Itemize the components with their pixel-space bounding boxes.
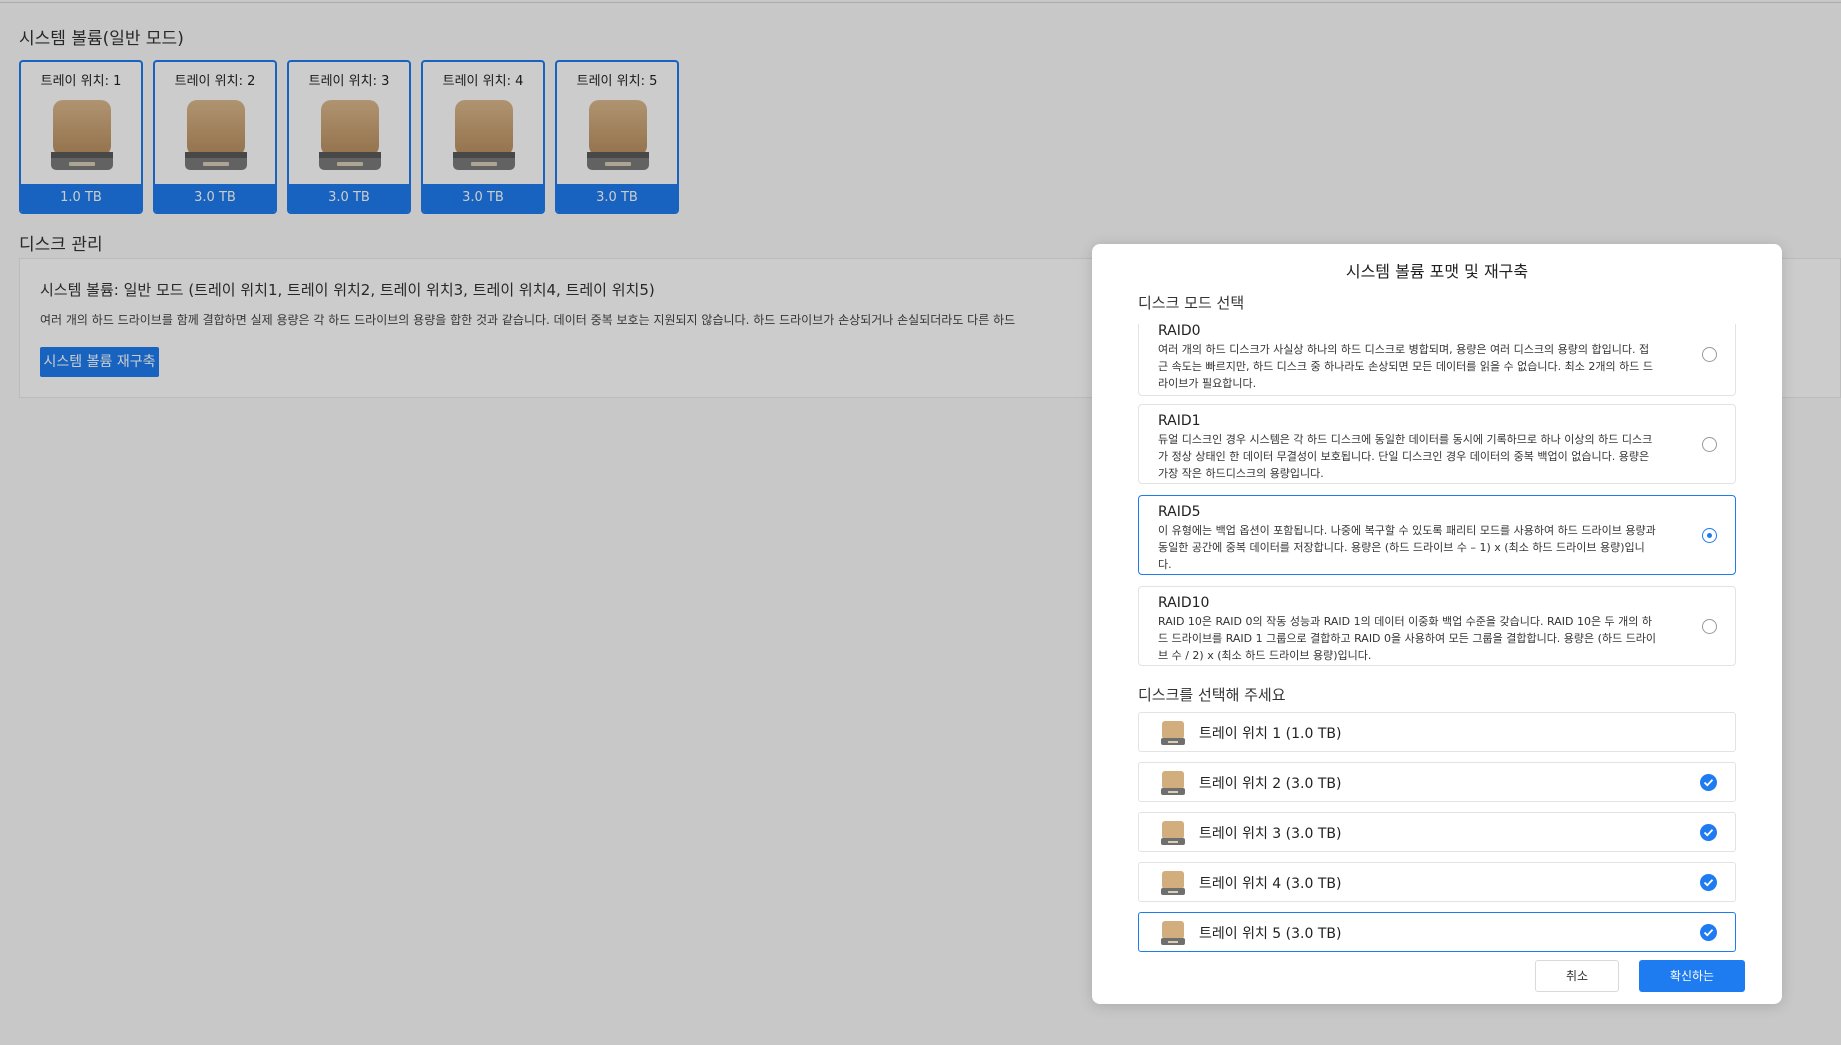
raid-name: RAID5 bbox=[1158, 504, 1201, 520]
disk-label: 트레이 위치 1 (1.0 TB) bbox=[1199, 726, 1342, 742]
raid-option-raid5[interactable]: RAID5 이 유형에는 백업 옵션이 포함됩니다. 나중에 복구할 수 있도록… bbox=[1138, 495, 1736, 575]
raid-name: RAID0 bbox=[1158, 324, 1201, 339]
hard-drive-icon bbox=[1161, 821, 1185, 845]
raid-option-raid10[interactable]: RAID10 RAID 10은 RAID 0의 작동 성능과 RAID 1의 데… bbox=[1138, 586, 1736, 666]
raid-name: RAID1 bbox=[1158, 413, 1201, 429]
raid-name: RAID10 bbox=[1158, 595, 1210, 611]
disk-label: 트레이 위치 5 (3.0 TB) bbox=[1199, 926, 1342, 942]
radio-icon[interactable] bbox=[1702, 619, 1717, 634]
confirm-button[interactable]: 확신하는 bbox=[1639, 960, 1745, 992]
disk-row-5[interactable]: 트레이 위치 5 (3.0 TB) bbox=[1138, 912, 1736, 952]
radio-icon[interactable] bbox=[1702, 437, 1717, 452]
disk-mode-label: 디스크 모드 선택 bbox=[1138, 294, 1245, 312]
raid-option-raid0[interactable]: RAID0 여러 개의 하드 디스크가 사실상 하나의 하드 디스크로 병합되며… bbox=[1138, 324, 1736, 396]
radio-selected-icon[interactable] bbox=[1702, 528, 1717, 543]
raid-description: 듀얼 디스크인 경우 시스템은 각 하드 디스크에 동일한 데이터를 동시에 기… bbox=[1158, 433, 1653, 480]
radio-icon[interactable] bbox=[1702, 347, 1717, 362]
check-icon[interactable] bbox=[1700, 824, 1717, 841]
dialog-title: 시스템 볼륨 포맷 및 재구축 bbox=[1345, 262, 1529, 281]
hard-drive-icon bbox=[1161, 721, 1185, 745]
check-icon[interactable] bbox=[1700, 774, 1717, 791]
hard-drive-icon bbox=[1161, 771, 1185, 795]
raid-description: 이 유형에는 백업 옵션이 포함됩니다. 나중에 복구할 수 있도록 패리티 모… bbox=[1158, 524, 1656, 571]
hard-drive-icon bbox=[1161, 921, 1185, 945]
hard-drive-icon bbox=[1161, 871, 1185, 895]
raid-description: 여러 개의 하드 디스크가 사실상 하나의 하드 디스크로 병합되며, 용량은 … bbox=[1158, 343, 1653, 390]
disk-row-2[interactable]: 트레이 위치 2 (3.0 TB) bbox=[1138, 762, 1736, 802]
raid-description: RAID 10은 RAID 0의 작동 성능과 RAID 1의 데이터 이중화 … bbox=[1158, 615, 1657, 662]
disk-row-3[interactable]: 트레이 위치 3 (3.0 TB) bbox=[1138, 812, 1736, 852]
check-icon[interactable] bbox=[1700, 924, 1717, 941]
disk-label: 트레이 위치 2 (3.0 TB) bbox=[1199, 776, 1342, 792]
disk-select-label: 디스크를 선택해 주세요 bbox=[1138, 686, 1286, 704]
disk-label: 트레이 위치 4 (3.0 TB) bbox=[1199, 876, 1342, 892]
cancel-button[interactable]: 취소 bbox=[1535, 960, 1619, 992]
check-icon[interactable] bbox=[1700, 874, 1717, 891]
disk-row-1[interactable]: 트레이 위치 1 (1.0 TB) bbox=[1138, 712, 1736, 752]
disk-label: 트레이 위치 3 (3.0 TB) bbox=[1199, 826, 1342, 842]
format-rebuild-dialog: 시스템 볼륨 포맷 및 재구축 디스크 모드 선택 RAID0 여러 개의 하드… bbox=[1092, 244, 1782, 1004]
raid-option-list[interactable]: RAID0 여러 개의 하드 디스크가 사실상 하나의 하드 디스크로 병합되며… bbox=[1138, 324, 1736, 674]
raid-option-raid1[interactable]: RAID1 듀얼 디스크인 경우 시스템은 각 하드 디스크에 동일한 데이터를… bbox=[1138, 404, 1736, 484]
disk-row-4[interactable]: 트레이 위치 4 (3.0 TB) bbox=[1138, 862, 1736, 902]
